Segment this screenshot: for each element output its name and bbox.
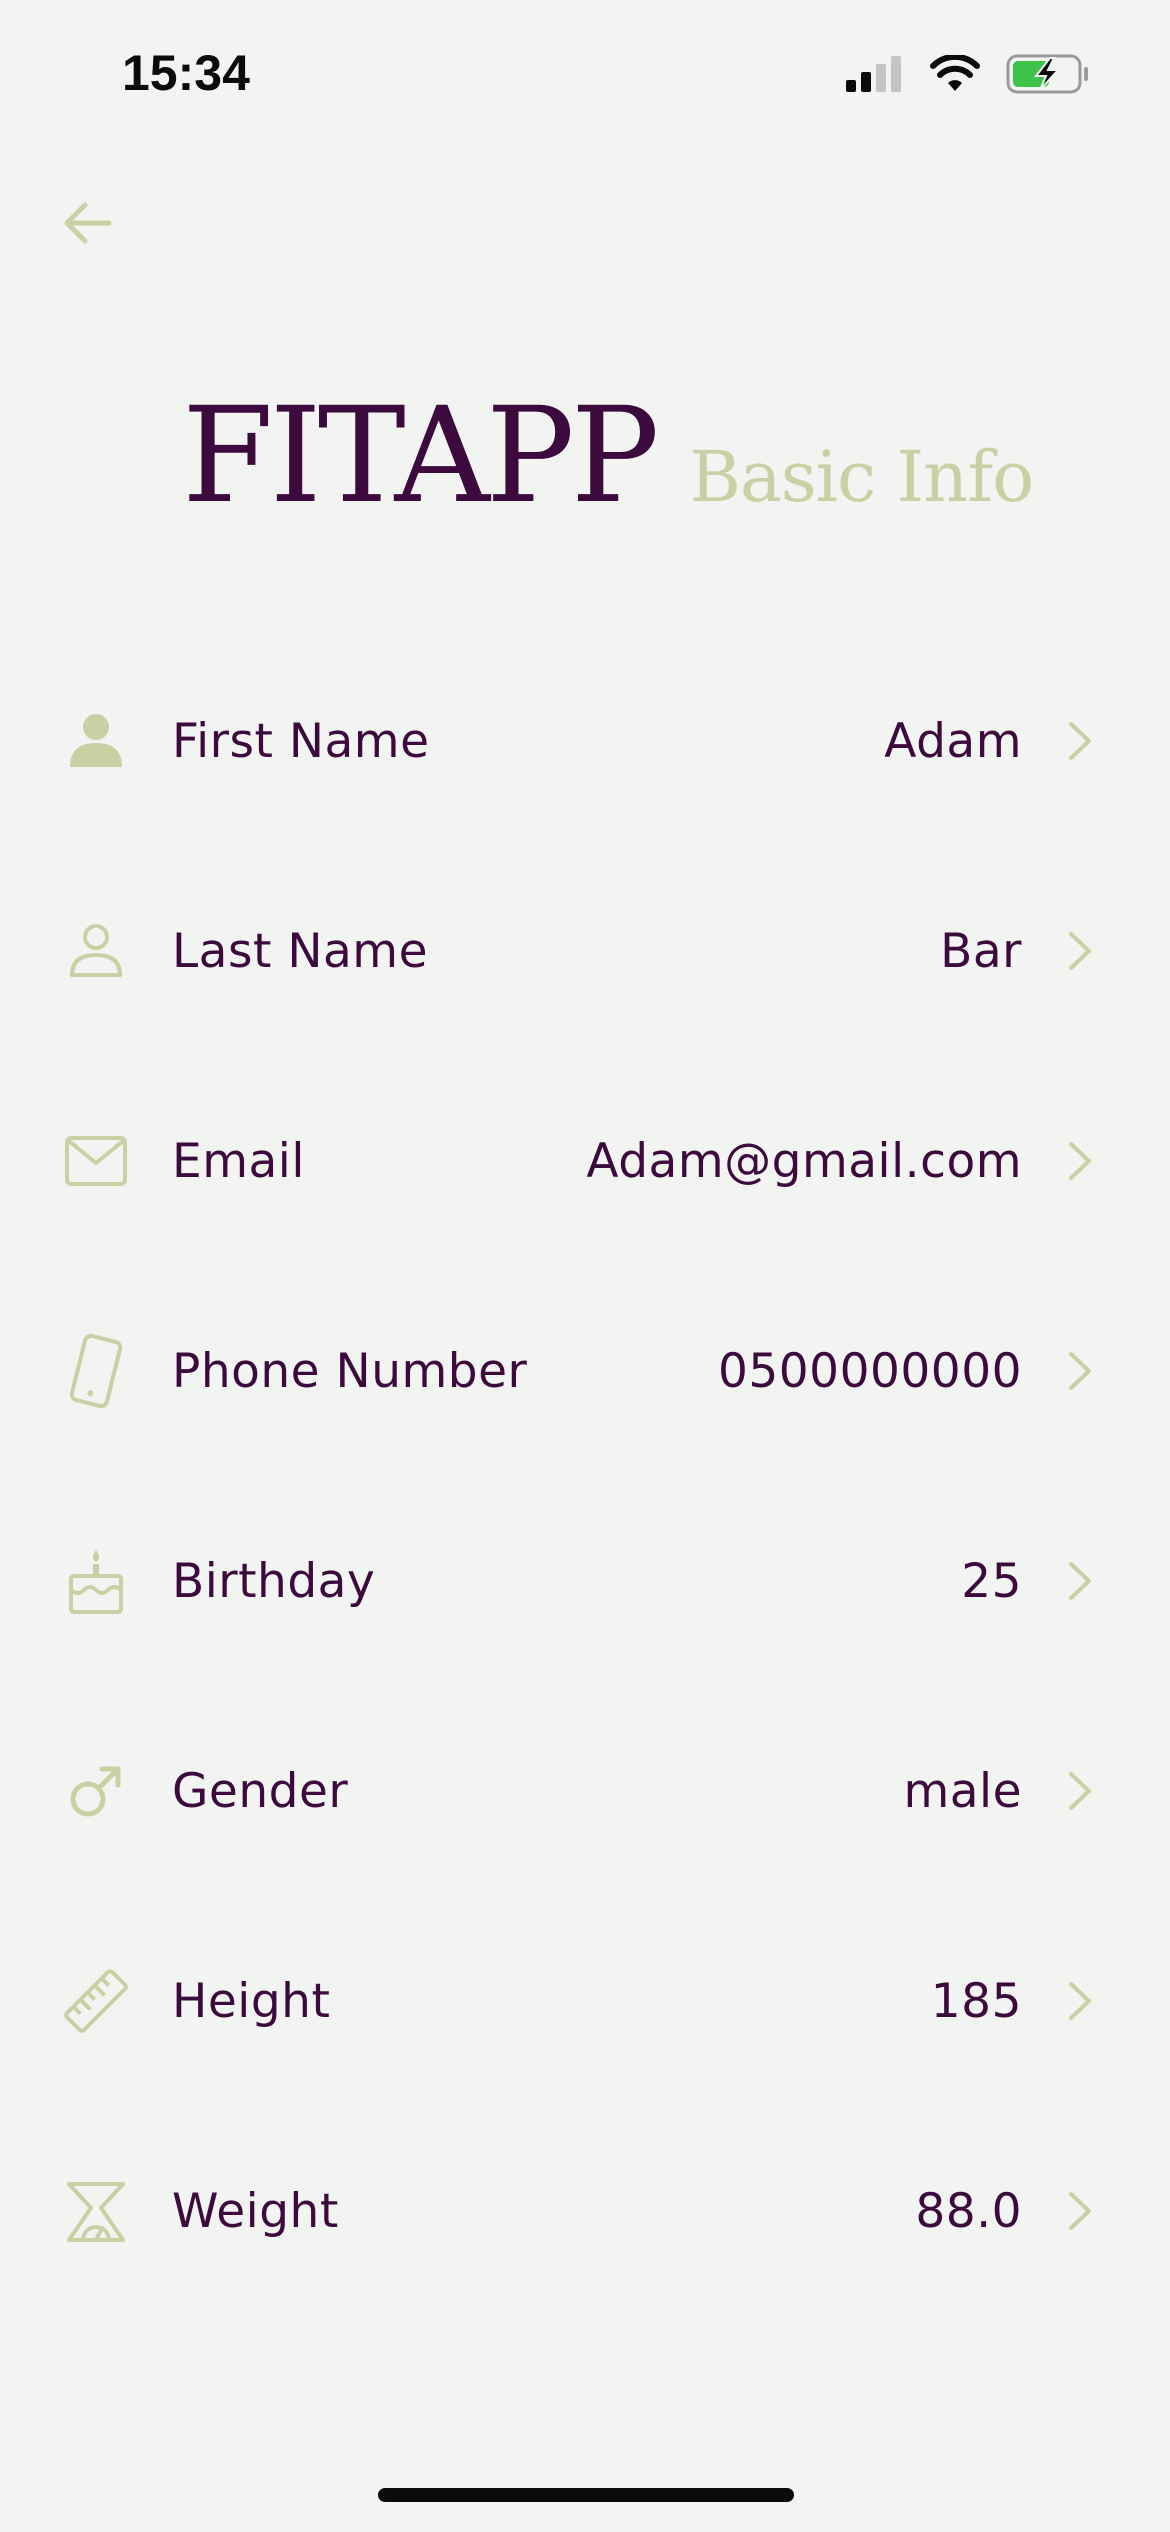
- row-height[interactable]: Height 185: [0, 1896, 1170, 2106]
- status-bar: 15:34: [0, 0, 1170, 150]
- row-label: Phone Number: [172, 1343, 528, 1399]
- back-button[interactable]: [52, 190, 122, 260]
- row-email[interactable]: Email Adam@gmail.com: [0, 1056, 1170, 1266]
- row-label: Height: [172, 1973, 331, 2029]
- row-value: Bar: [940, 923, 1022, 979]
- row-first-name[interactable]: First Name Adam: [0, 636, 1170, 846]
- mail-icon: [60, 1125, 132, 1197]
- phone-icon: [60, 1334, 132, 1408]
- row-label: Email: [172, 1133, 305, 1189]
- signal-icon: [846, 56, 904, 96]
- row-value: male: [903, 1763, 1022, 1819]
- scale-icon: [60, 2175, 132, 2247]
- brand-title: FITAPP: [182, 379, 660, 533]
- person-outline-icon: [60, 915, 132, 987]
- arrow-left-icon: [59, 199, 115, 251]
- page-subtitle: Basic Info: [689, 436, 1035, 518]
- chevron-right-icon: [1060, 926, 1100, 976]
- battery-charging-icon: [1006, 54, 1090, 98]
- row-label: Gender: [172, 1763, 349, 1819]
- chevron-right-icon: [1060, 1976, 1100, 2026]
- chevron-right-icon: [1060, 1556, 1100, 1606]
- row-value: 88.0: [915, 2183, 1022, 2239]
- row-gender[interactable]: Gender male: [0, 1686, 1170, 1896]
- chevron-right-icon: [1060, 1346, 1100, 1396]
- chevron-right-icon: [1060, 1766, 1100, 1816]
- row-label: First Name: [172, 713, 430, 769]
- row-label: Last Name: [172, 923, 429, 979]
- row-weight[interactable]: Weight 88.0: [0, 2106, 1170, 2316]
- status-icons: [846, 53, 1090, 98]
- cake-icon: [60, 1545, 132, 1617]
- basic-info-list: First Name Adam Last Name Bar Email Adam…: [0, 636, 1170, 2316]
- male-gender-icon: [60, 1755, 132, 1827]
- row-birthday[interactable]: Birthday 25: [0, 1476, 1170, 1686]
- home-indicator[interactable]: [378, 2488, 794, 2502]
- row-label: Birthday: [172, 1553, 376, 1609]
- row-value: 0500000000: [717, 1343, 1022, 1399]
- row-label: Weight: [172, 2183, 339, 2239]
- row-value: 185: [930, 1973, 1022, 2029]
- chevron-right-icon: [1060, 1136, 1100, 1186]
- row-value: Adam: [884, 713, 1022, 769]
- ruler-icon: [60, 1965, 132, 2037]
- row-value: Adam@gmail.com: [586, 1133, 1022, 1189]
- brand-header: FITAPP Basic Info: [182, 379, 1035, 533]
- wifi-icon: [930, 53, 980, 97]
- chevron-right-icon: [1060, 716, 1100, 766]
- status-time: 15:34: [122, 45, 250, 101]
- row-phone-number[interactable]: Phone Number 0500000000: [0, 1266, 1170, 1476]
- row-last-name[interactable]: Last Name Bar: [0, 846, 1170, 1056]
- row-value: 25: [961, 1553, 1022, 1609]
- person-icon: [60, 705, 132, 777]
- chevron-right-icon: [1060, 2186, 1100, 2236]
